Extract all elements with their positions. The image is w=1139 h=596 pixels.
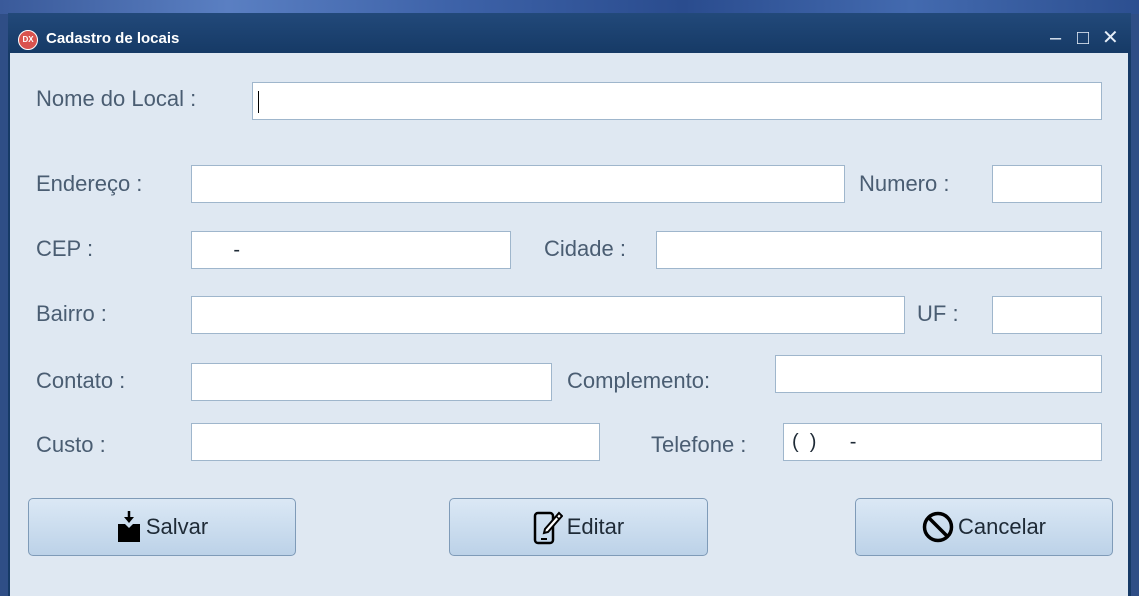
endereco-label: Endereço : (36, 171, 143, 196)
complemento-label: Complemento: (567, 368, 711, 393)
cidade-input[interactable] (656, 231, 1102, 269)
telefone-input[interactable]: ( ) - (783, 423, 1102, 461)
uf-label: UF : (917, 301, 959, 326)
salvar-button[interactable]: Salvar (28, 498, 296, 556)
close-button[interactable]: ✕ (1102, 27, 1119, 49)
cep-input[interactable]: - (191, 231, 511, 269)
cancelar-button[interactable]: Cancelar (855, 498, 1113, 556)
prohibited-icon (922, 511, 954, 543)
desktop-background (0, 0, 1139, 14)
nome-label: Nome do Local : (36, 86, 197, 111)
minimize-button[interactable]: – (1050, 27, 1061, 49)
maximize-button[interactable]: □ (1077, 27, 1089, 49)
pencil-phone-icon (533, 511, 563, 545)
download-box-icon (117, 511, 140, 542)
cidade-label: Cidade : (544, 236, 626, 261)
bairro-label: Bairro : (36, 301, 107, 326)
cep-label: CEP : (36, 236, 94, 261)
salvar-label: Salvar (145, 514, 209, 539)
endereco-input[interactable] (191, 165, 845, 203)
app-icon: DX (18, 30, 38, 50)
editar-label: Editar (566, 514, 625, 539)
uf-input[interactable] (992, 296, 1102, 334)
editar-button[interactable]: Editar (449, 498, 708, 556)
cadastro-window: DX Cadastro de locais – □ ✕ Nome do Loca… (8, 13, 1131, 596)
numero-input[interactable] (992, 165, 1102, 203)
title-bar[interactable]: DX Cadastro de locais – □ ✕ (8, 13, 1131, 53)
complemento-input[interactable] (775, 355, 1102, 393)
contato-input[interactable] (191, 363, 552, 401)
bairro-input[interactable] (191, 296, 905, 334)
contato-label: Contato : (36, 368, 126, 393)
text-caret (258, 91, 259, 113)
custo-label: Custo : (36, 432, 106, 457)
telefone-label: Telefone : (651, 432, 747, 457)
nome-input[interactable] (252, 82, 1102, 120)
custo-input[interactable] (191, 423, 600, 461)
cancelar-label: Cancelar (957, 514, 1047, 539)
window-title: Cadastro de locais (46, 30, 180, 47)
numero-label: Numero : (859, 171, 950, 196)
